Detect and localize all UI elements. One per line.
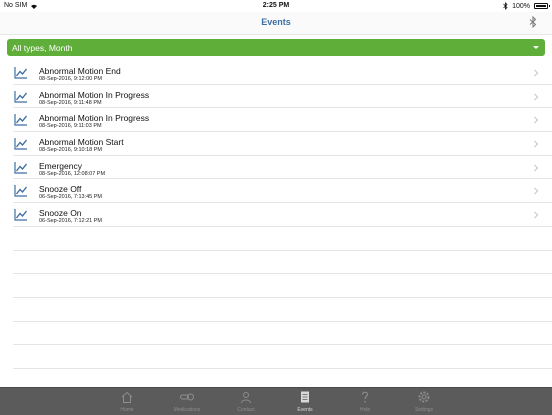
status-bar: No SIM 2:25 PM 100% [0, 0, 552, 12]
battery-percent: 100% [512, 2, 530, 10]
chart-line-icon [14, 90, 28, 103]
event-date: 06-Sep-2016, 7:12:21 PM [39, 218, 102, 225]
event-date: 08-Sep-2016, 9:11:48 PM [39, 99, 102, 106]
house-icon [121, 391, 133, 403]
status-time: 2:25 PM [262, 2, 290, 9]
event-row[interactable]: Abnormal Motion In Progress 08-Sep-2016,… [13, 108, 552, 133]
document-icon [301, 391, 309, 403]
event-date: 08-Sep-2016, 12:08:07 PM [39, 170, 106, 177]
event-name: Snooze Off [39, 184, 82, 195]
event-name: Abnormal Motion End [39, 66, 121, 76]
event-name: Emergency [39, 160, 82, 171]
event-name: Abnormal Motion In Progress [39, 113, 150, 124]
events-list: Abnormal Motion End 08-Sep-2016, 9:12:00… [13, 61, 552, 369]
tab-label: Help [359, 407, 371, 413]
question-icon [361, 391, 369, 403]
event-filter-dropdown[interactable]: All types, Month [7, 39, 545, 56]
tab-bar: Home Medications Contact Events Help Set… [0, 387, 552, 415]
tab-label: Contact [237, 407, 255, 413]
event-date: 06-Sep-2016, 7:13:45 PM [39, 194, 102, 201]
tab-label: Home [120, 407, 134, 413]
filter-label: All types, Month [12, 43, 73, 53]
tab-settings[interactable]: Settings [394, 388, 454, 415]
person-icon [241, 392, 251, 404]
chart-line-icon [14, 161, 28, 174]
tab-contact[interactable]: Contact [216, 388, 276, 415]
empty-row [13, 274, 552, 298]
navigation-bar: Events [0, 12, 552, 35]
chart-line-icon [14, 138, 28, 150]
event-name: Abnormal Motion In Progress [39, 89, 150, 100]
event-row[interactable]: Snooze Off 06-Sep-2016, 7:13:45 PM [13, 179, 552, 204]
chart-line-icon [14, 67, 28, 79]
tab-label: Events [297, 407, 313, 413]
tab-help[interactable]: Help [335, 388, 395, 415]
pills-icon [180, 393, 194, 401]
empty-row [13, 322, 552, 346]
event-name: Snooze On [39, 208, 82, 219]
event-name: Abnormal Motion Start [39, 137, 124, 148]
event-row[interactable]: Abnormal Motion Start 08-Sep-2016, 9:10:… [13, 132, 552, 156]
chevron-right-icon [534, 140, 539, 148]
tab-home[interactable]: Home [97, 388, 157, 415]
tab-label: Medications [173, 407, 201, 413]
event-date: 08-Sep-2016, 9:12:00 PM [39, 76, 102, 82]
chart-line-icon [14, 185, 28, 198]
bluetooth-icon[interactable] [528, 16, 538, 28]
event-row[interactable]: Abnormal Motion In Progress 08-Sep-2016,… [13, 85, 552, 109]
event-row[interactable]: Snooze On 06-Sep-2016, 7:12:21 PM [13, 203, 552, 227]
chart-line-icon [14, 209, 28, 221]
chevron-right-icon [534, 117, 539, 124]
chevron-right-icon [534, 69, 539, 77]
empty-row [13, 298, 552, 322]
bluetooth-status-icon [503, 2, 508, 10]
chevron-down-icon [533, 46, 539, 49]
tab-medications[interactable]: Medications [157, 388, 217, 415]
chevron-right-icon [534, 188, 539, 195]
gear-icon [418, 391, 430, 403]
battery-icon [534, 3, 550, 9]
event-date: 08-Sep-2016, 9:11:03 PM [39, 123, 102, 130]
empty-row [13, 251, 552, 275]
chevron-right-icon [534, 211, 539, 219]
empty-row [13, 227, 552, 251]
chevron-right-icon [534, 164, 539, 172]
event-date: 08-Sep-2016, 9:10:18 PM [39, 147, 102, 154]
chevron-right-icon [534, 93, 539, 101]
tab-events[interactable]: Events [275, 388, 335, 415]
empty-row [13, 345, 552, 369]
page-title: Events [261, 17, 291, 27]
chart-line-icon [14, 114, 28, 126]
event-row[interactable]: Emergency 08-Sep-2016, 12:08:07 PM [13, 156, 552, 180]
tab-label: Settings [414, 407, 434, 413]
event-row[interactable]: Abnormal Motion End 08-Sep-2016, 9:12:00… [13, 61, 552, 85]
